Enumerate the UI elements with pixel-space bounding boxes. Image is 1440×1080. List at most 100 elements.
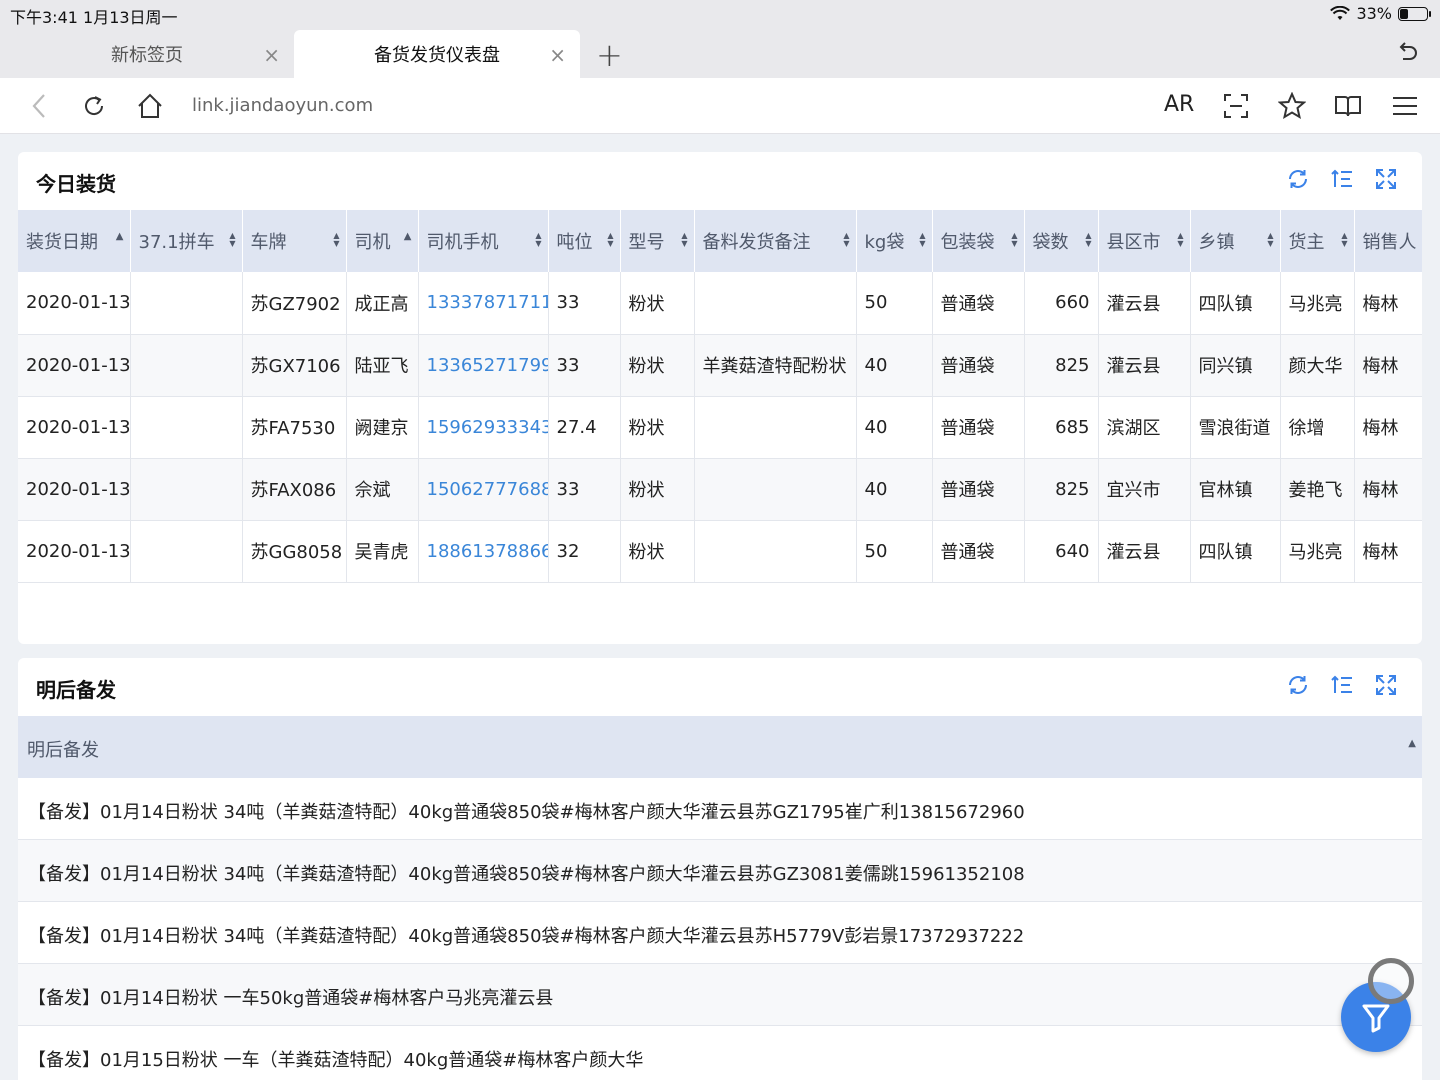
panel-tools: [1286, 167, 1398, 191]
column-header-label: 包装袋: [940, 232, 995, 253]
undo-icon[interactable]: [1396, 42, 1418, 64]
table-cell: 825: [1024, 334, 1099, 397]
sort-caret-icon[interactable]: ▲ ▼: [1011, 232, 1017, 248]
table-row[interactable]: 2020-01-13 苏GG8058 吴青虎 18861378866 32 粉状 50 普通袋…: [18, 520, 1422, 583]
sort-caret-icon[interactable]: ▲ ▼: [919, 232, 925, 248]
new-tab-plus-icon[interactable]: +: [596, 36, 623, 74]
sort-icon[interactable]: [1330, 673, 1354, 697]
sort-caret-icon[interactable]: ▲: [116, 232, 124, 242]
driver-phone-link[interactable]: 13365271799: [418, 334, 549, 397]
table-cell: 马兆亮: [1280, 520, 1355, 583]
table-cell: 640: [1024, 520, 1099, 583]
bookmark-star-icon[interactable]: [1278, 92, 1306, 120]
tab-close-icon[interactable]: ×: [263, 43, 280, 67]
sort-caret-icon[interactable]: ▲ ▼: [1085, 232, 1091, 248]
sort-caret-icon[interactable]: ▲ ▼: [535, 232, 541, 248]
sort-caret-icon[interactable]: ▲: [404, 232, 412, 242]
panel-title: 明后备发: [36, 678, 116, 702]
sort-caret-icon[interactable]: ▲ ▼: [333, 232, 339, 248]
panel-title: 今日装货: [36, 172, 116, 196]
sort-icon[interactable]: [1330, 167, 1354, 191]
list-header-label: 明后备发: [27, 740, 99, 761]
refresh-icon[interactable]: [1286, 673, 1310, 697]
tab-dashboard[interactable]: 备货发货仪表盘 ×: [294, 30, 580, 78]
refresh-icon[interactable]: [1286, 167, 1310, 191]
status-bar: 下午3:41 1月13日周一 33%: [0, 0, 1440, 28]
column-header-label: 装货日期: [26, 232, 98, 253]
url-field[interactable]: link.jiandaoyun.com: [192, 95, 373, 116]
sort-caret-icon[interactable]: ▲ ▼: [229, 232, 235, 248]
table-cell: 普通袋: [932, 520, 1025, 583]
table-cell: 同兴镇: [1190, 334, 1281, 397]
list-item[interactable]: 【备发】01月14日粉状 34吨（羊粪菇渣特配）40kg普通袋850袋#梅林客户…: [18, 902, 1422, 964]
column-header[interactable]: 37.1拼车 ▲ ▼: [130, 210, 243, 272]
table-cell: 成正高: [346, 272, 419, 335]
sort-caret-icon[interactable]: ▲ ▼: [607, 232, 613, 248]
sort-caret-icon[interactable]: ▲ ▼: [1177, 232, 1183, 248]
column-header[interactable]: 袋数 ▲ ▼: [1024, 210, 1099, 272]
assistive-touch-button[interactable]: [1368, 958, 1414, 1004]
column-header[interactable]: 型号 ▲ ▼: [620, 210, 695, 272]
sort-caret-icon[interactable]: ▲ ▼: [843, 232, 849, 248]
home-icon[interactable]: [136, 92, 164, 120]
table-cell: 雪浪街道: [1190, 396, 1281, 459]
driver-phone-link[interactable]: 18861378866: [418, 520, 549, 583]
table-cell: 40: [856, 396, 933, 459]
list-item[interactable]: 【备发】01月15日粉状 一车（羊粪菇渣特配）40kg普通袋#梅林客户颜大华: [18, 1026, 1422, 1080]
driver-phone-link[interactable]: 15962933343: [418, 396, 549, 459]
fullscreen-icon[interactable]: [1374, 167, 1398, 191]
column-header[interactable]: 司机 ▲: [346, 210, 419, 272]
column-header[interactable]: 县区市 ▲ ▼: [1098, 210, 1191, 272]
table-cell: [694, 458, 857, 521]
column-header[interactable]: 包装袋 ▲ ▼: [932, 210, 1025, 272]
table-cell: 梅林: [1354, 458, 1422, 521]
list-column-header[interactable]: 明后备发 ▲: [18, 716, 1422, 778]
column-header[interactable]: kg袋 ▲ ▼: [856, 210, 933, 272]
driver-phone-link[interactable]: 15062777688: [418, 458, 549, 521]
tab-new[interactable]: 新标签页 ×: [0, 30, 294, 78]
column-header[interactable]: 乡镇 ▲ ▼: [1190, 210, 1281, 272]
table-cell: 2020-01-13: [18, 334, 131, 397]
table-row[interactable]: 2020-01-13 苏GX7106 陆亚飞 13365271799 33 粉状 羊粪菇渣特…: [18, 334, 1422, 397]
ar-button[interactable]: AR: [1164, 92, 1194, 117]
back-icon[interactable]: [30, 92, 48, 120]
table-row[interactable]: 2020-01-13 苏FA7530 阙建京 15962933343 27.4 粉状 40 普…: [18, 396, 1422, 459]
column-header[interactable]: 吨位 ▲ ▼: [548, 210, 621, 272]
column-header[interactable]: 车牌 ▲ ▼: [242, 210, 347, 272]
sort-caret-icon[interactable]: ▲: [1408, 738, 1416, 749]
column-header-label: 销售人: [1362, 232, 1417, 253]
sort-caret-icon[interactable]: ▲ ▼: [1341, 232, 1347, 248]
sort-caret-icon[interactable]: ▲ ▼: [681, 232, 687, 248]
column-header-label: kg袋: [864, 232, 905, 253]
table-cell: 宜兴市: [1098, 458, 1191, 521]
menu-icon[interactable]: [1391, 92, 1419, 120]
today-loading-table: 装货日期 ▲ 37.1拼车 ▲ ▼ 车牌 ▲ ▼ 司机 ▲ 司机手机 ▲ ▼ 吨位 ▲ ▼ 型号 ▲ ▼ 备料发货备注…: [18, 210, 1422, 583]
reload-icon[interactable]: [80, 92, 108, 120]
table-cell: 2020-01-13: [18, 272, 131, 335]
fullscreen-icon[interactable]: [1374, 673, 1398, 697]
table-cell: 粉状: [620, 396, 695, 459]
column-header[interactable]: 货主 ▲ ▼: [1280, 210, 1355, 272]
column-header-label: 备料发货备注: [702, 232, 811, 253]
table-cell: 普通袋: [932, 272, 1025, 335]
column-header[interactable]: 司机手机 ▲ ▼: [418, 210, 549, 272]
tab-close-icon[interactable]: ×: [549, 43, 566, 67]
list-item[interactable]: 【备发】01月14日粉状 一车50kg普通袋#梅林客户马兆亮灌云县: [18, 964, 1422, 1026]
driver-phone-link[interactable]: 13337871711: [418, 272, 549, 335]
column-header[interactable]: 装货日期 ▲: [18, 210, 131, 272]
column-header-label: 司机手机: [426, 232, 499, 253]
table-cell: 2020-01-13: [18, 520, 131, 583]
table-row[interactable]: 2020-01-13 苏FAX086 佘斌 15062777688 33 粉状 40 普通袋 8…: [18, 458, 1422, 521]
reading-list-icon[interactable]: [1334, 92, 1362, 120]
table-row[interactable]: 2020-01-13 苏GZ7902 成正高 13337871711 33 粉状 50 普通袋…: [18, 272, 1422, 335]
table-cell: 梅林: [1354, 520, 1422, 583]
list-item[interactable]: 【备发】01月14日粉状 34吨（羊粪菇渣特配）40kg普通袋850袋#梅林客户…: [18, 840, 1422, 902]
column-header[interactable]: 销售人: [1354, 210, 1422, 272]
list-item[interactable]: 【备发】01月14日粉状 34吨（羊粪菇渣特配）40kg普通袋850袋#梅林客户…: [18, 778, 1422, 840]
table-cell: 官林镇: [1190, 458, 1281, 521]
sort-caret-icon[interactable]: ▲ ▼: [1267, 232, 1273, 248]
table-cell: 粉状: [620, 272, 695, 335]
table-cell: 685: [1024, 396, 1099, 459]
scan-icon[interactable]: [1222, 92, 1250, 120]
column-header[interactable]: 备料发货备注 ▲ ▼: [694, 210, 857, 272]
